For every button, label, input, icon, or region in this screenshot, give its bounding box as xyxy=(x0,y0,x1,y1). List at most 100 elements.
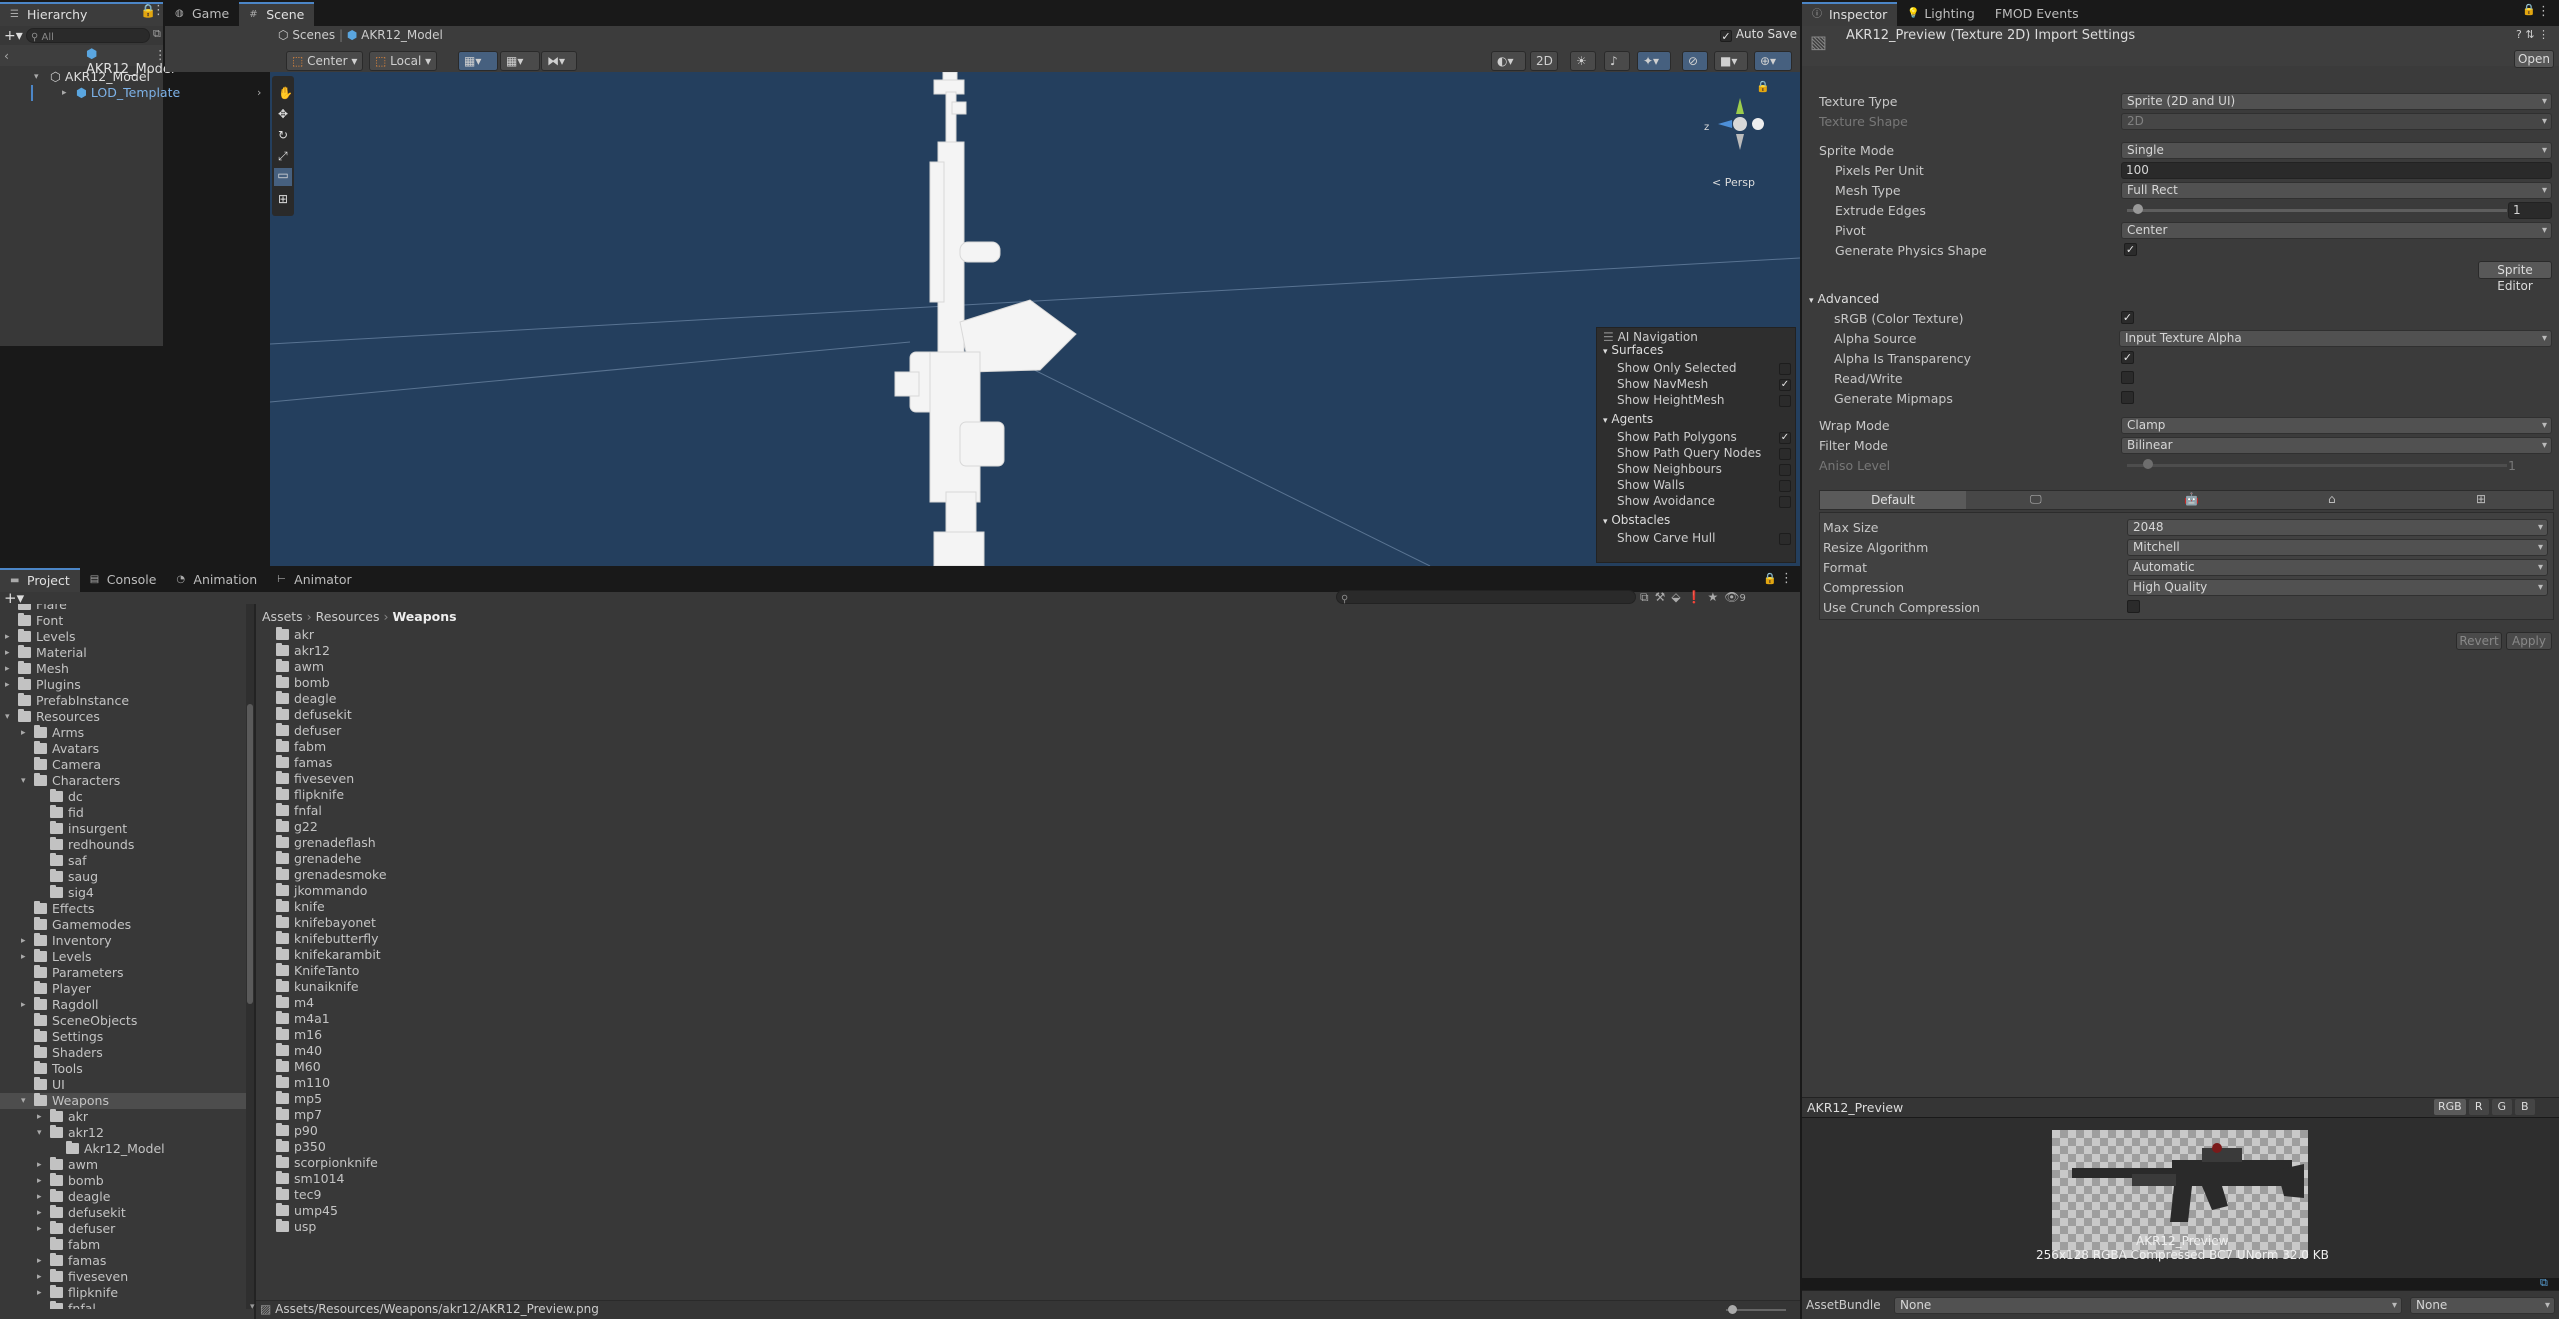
breadcrumb-assets[interactable]: Assets xyxy=(262,609,303,624)
expand-arrow-icon[interactable]: ▾ xyxy=(34,69,44,85)
project-tree-item[interactable]: saug xyxy=(0,869,246,885)
pivot-dropdown[interactable]: Center xyxy=(2121,222,2552,239)
channel-button[interactable]: B xyxy=(2514,1099,2535,1115)
channel-button[interactable]: RGB xyxy=(2434,1099,2466,1115)
folder-list-item[interactable]: grenadesmoke xyxy=(276,867,387,883)
tree-expand-icon[interactable]: ▸ xyxy=(37,1253,47,1269)
ai-nav-option-checkbox[interactable] xyxy=(1779,395,1791,407)
transform-tool-icon[interactable]: ⊞ xyxy=(278,192,288,206)
folder-list-item[interactable]: g22 xyxy=(276,819,318,835)
sprite-mode-dropdown[interactable]: Single xyxy=(2121,142,2552,159)
breadcrumb-resources[interactable]: Resources xyxy=(316,609,380,624)
assetbundle-dropdown[interactable]: None xyxy=(1894,1297,2402,1314)
project-tree-item[interactable]: fid xyxy=(0,805,246,821)
ai-nav-section-header[interactable]: ▾ Obstacles xyxy=(1603,513,1670,527)
tab-game[interactable]: ◍ Game xyxy=(165,2,239,26)
lock-icon[interactable]: 🔒 xyxy=(1756,80,1770,93)
folder-list-item[interactable]: kunaiknife xyxy=(276,979,359,995)
project-tree-item[interactable]: fabm xyxy=(0,1237,246,1253)
project-tree-item[interactable]: SceneObjects xyxy=(0,1013,246,1029)
hierarchy-add-icon[interactable]: +▾ xyxy=(4,28,23,44)
folder-list-item[interactable]: fiveseven xyxy=(276,771,354,787)
breadcrumb-prefab[interactable]: AKR12_Model xyxy=(361,28,443,42)
apply-button[interactable]: Apply xyxy=(2506,632,2552,650)
extrude-slider-track[interactable] xyxy=(2127,209,2507,212)
folder-list-item[interactable]: knifebutterfly xyxy=(276,931,379,947)
project-tree-item[interactable]: Parameters xyxy=(0,965,246,981)
pivot-mode-dropdown[interactable]: ⬚ Center ▾ xyxy=(286,51,364,71)
breadcrumb-scenes[interactable]: Scenes xyxy=(292,28,335,42)
folder-list-item[interactable]: usp xyxy=(276,1219,316,1235)
filter-mode-dropdown[interactable]: Bilinear xyxy=(2121,437,2552,454)
sprite-editor-button[interactable]: Sprite Editor xyxy=(2478,261,2552,293)
icon-size-thumb[interactable] xyxy=(1728,1305,1737,1314)
folder-list-item[interactable]: deagle xyxy=(276,691,336,707)
pivot-rotation-dropdown[interactable]: ⬚ Local ▾ xyxy=(369,51,438,71)
ai-nav-option-checkbox[interactable] xyxy=(1779,448,1791,460)
ai-nav-section-header[interactable]: ▾ Agents xyxy=(1603,412,1653,426)
folder-list-item[interactable]: knifekarambit xyxy=(276,947,381,963)
open-button[interactable]: Open xyxy=(2514,50,2554,68)
project-tree-item[interactable]: ▸ defusekit xyxy=(0,1205,246,1221)
scale-tool-icon[interactable]: ⤢ xyxy=(278,149,288,164)
project-lock-icon[interactable]: 🔒 xyxy=(1763,572,1777,585)
project-tree-item[interactable]: ▸ awm xyxy=(0,1157,246,1173)
folder-list-item[interactable]: M60 xyxy=(276,1059,321,1075)
wrap-mode-dropdown[interactable]: Clamp xyxy=(2121,417,2552,434)
project-tree-item[interactable]: Tools xyxy=(0,1061,246,1077)
folder-list-item[interactable]: m110 xyxy=(276,1075,330,1091)
compression-dropdown[interactable]: High Quality xyxy=(2127,579,2548,596)
folder-list-item[interactable]: akr12 xyxy=(276,643,330,659)
folder-list-item[interactable]: grenadehe xyxy=(276,851,361,867)
project-tree-item[interactable]: ▸ Inventory xyxy=(0,933,246,949)
ai-nav-section-header[interactable]: ▾ Surfaces xyxy=(1603,343,1663,357)
tree-expand-icon[interactable]: ▸ xyxy=(37,1109,47,1125)
search-label-icon[interactable]: ⚒ xyxy=(1655,590,1666,605)
project-tree-item[interactable]: sig4 xyxy=(0,885,246,901)
ai-nav-option-checkbox[interactable]: ✓ xyxy=(1779,379,1791,391)
breadcrumb-weapons[interactable]: Weapons xyxy=(392,609,456,624)
srgb-checkbox[interactable]: ✓ xyxy=(2121,311,2134,324)
max-size-dropdown[interactable]: 2048 xyxy=(2127,519,2548,536)
tag-icon[interactable]: ⬙ xyxy=(1671,590,1680,605)
project-tree-item[interactable]: Font xyxy=(0,613,246,629)
tree-expand-icon[interactable]: ▾ xyxy=(21,1093,31,1109)
project-tree-item[interactable]: Player xyxy=(0,981,246,997)
windows-icon[interactable]: ⊞ xyxy=(2476,492,2486,506)
increment-snap-button[interactable]: ▦▾ xyxy=(500,51,540,71)
search-type-icon[interactable]: ⧉ xyxy=(1640,590,1649,605)
project-tree-item[interactable]: Settings xyxy=(0,1029,246,1045)
favorite-star-icon[interactable]: ★ xyxy=(1708,590,1719,605)
ai-nav-option-checkbox[interactable] xyxy=(1779,464,1791,476)
alpha-transparency-checkbox[interactable]: ✓ xyxy=(2121,351,2134,364)
project-tree-item[interactable]: ▸ famas xyxy=(0,1253,246,1269)
tree-expand-icon[interactable]: ▸ xyxy=(37,1189,47,1205)
alpha-source-dropdown[interactable]: Input Texture Alpha xyxy=(2119,330,2552,347)
project-tree-item[interactable]: ▸ defuser xyxy=(0,1221,246,1237)
folder-list-item[interactable]: awm xyxy=(276,659,324,675)
project-tree-item[interactable]: ▸ deagle xyxy=(0,1189,246,1205)
resize-dropdown[interactable]: Mitchell xyxy=(2127,539,2548,556)
hand-tool-icon[interactable]: ✋ xyxy=(278,86,293,100)
mesh-type-dropdown[interactable]: Full Rect xyxy=(2121,182,2552,199)
project-tree-item[interactable]: Gamemodes xyxy=(0,917,246,933)
tree-expand-icon[interactable]: ▾ xyxy=(5,709,15,725)
platform-tab-default[interactable]: Default xyxy=(1820,491,1966,509)
lighting-toggle[interactable]: ☀ xyxy=(1570,51,1596,71)
project-tree-item[interactable]: ▸ akr xyxy=(0,1109,246,1125)
auto-save-toggle[interactable]: ✓ Auto Save xyxy=(1720,27,1797,42)
ai-nav-option-checkbox[interactable] xyxy=(1779,496,1791,508)
preview-options-icon[interactable]: ⧉ xyxy=(2540,1276,2548,1290)
texture-type-dropdown[interactable]: Sprite (2D and UI) xyxy=(2121,93,2552,110)
tree-expand-icon[interactable]: ▸ xyxy=(5,677,15,693)
folder-list-item[interactable]: m16 xyxy=(276,1027,322,1043)
tree-expand-icon[interactable]: ▸ xyxy=(21,949,31,965)
project-tree-item[interactable]: ▸ Material xyxy=(0,645,246,661)
folder-list-item[interactable]: p350 xyxy=(276,1139,326,1155)
folder-list-item[interactable]: mp7 xyxy=(276,1107,322,1123)
desktop-icon[interactable]: 🖵 xyxy=(2030,492,2042,507)
tree-expand-icon[interactable]: ▸ xyxy=(37,1205,47,1221)
camera-settings-button[interactable]: ■▾ xyxy=(1714,51,1748,71)
grid-snap-button[interactable]: ▦▾ xyxy=(458,51,498,71)
project-tree-item[interactable]: ▸ Plugins xyxy=(0,677,246,693)
